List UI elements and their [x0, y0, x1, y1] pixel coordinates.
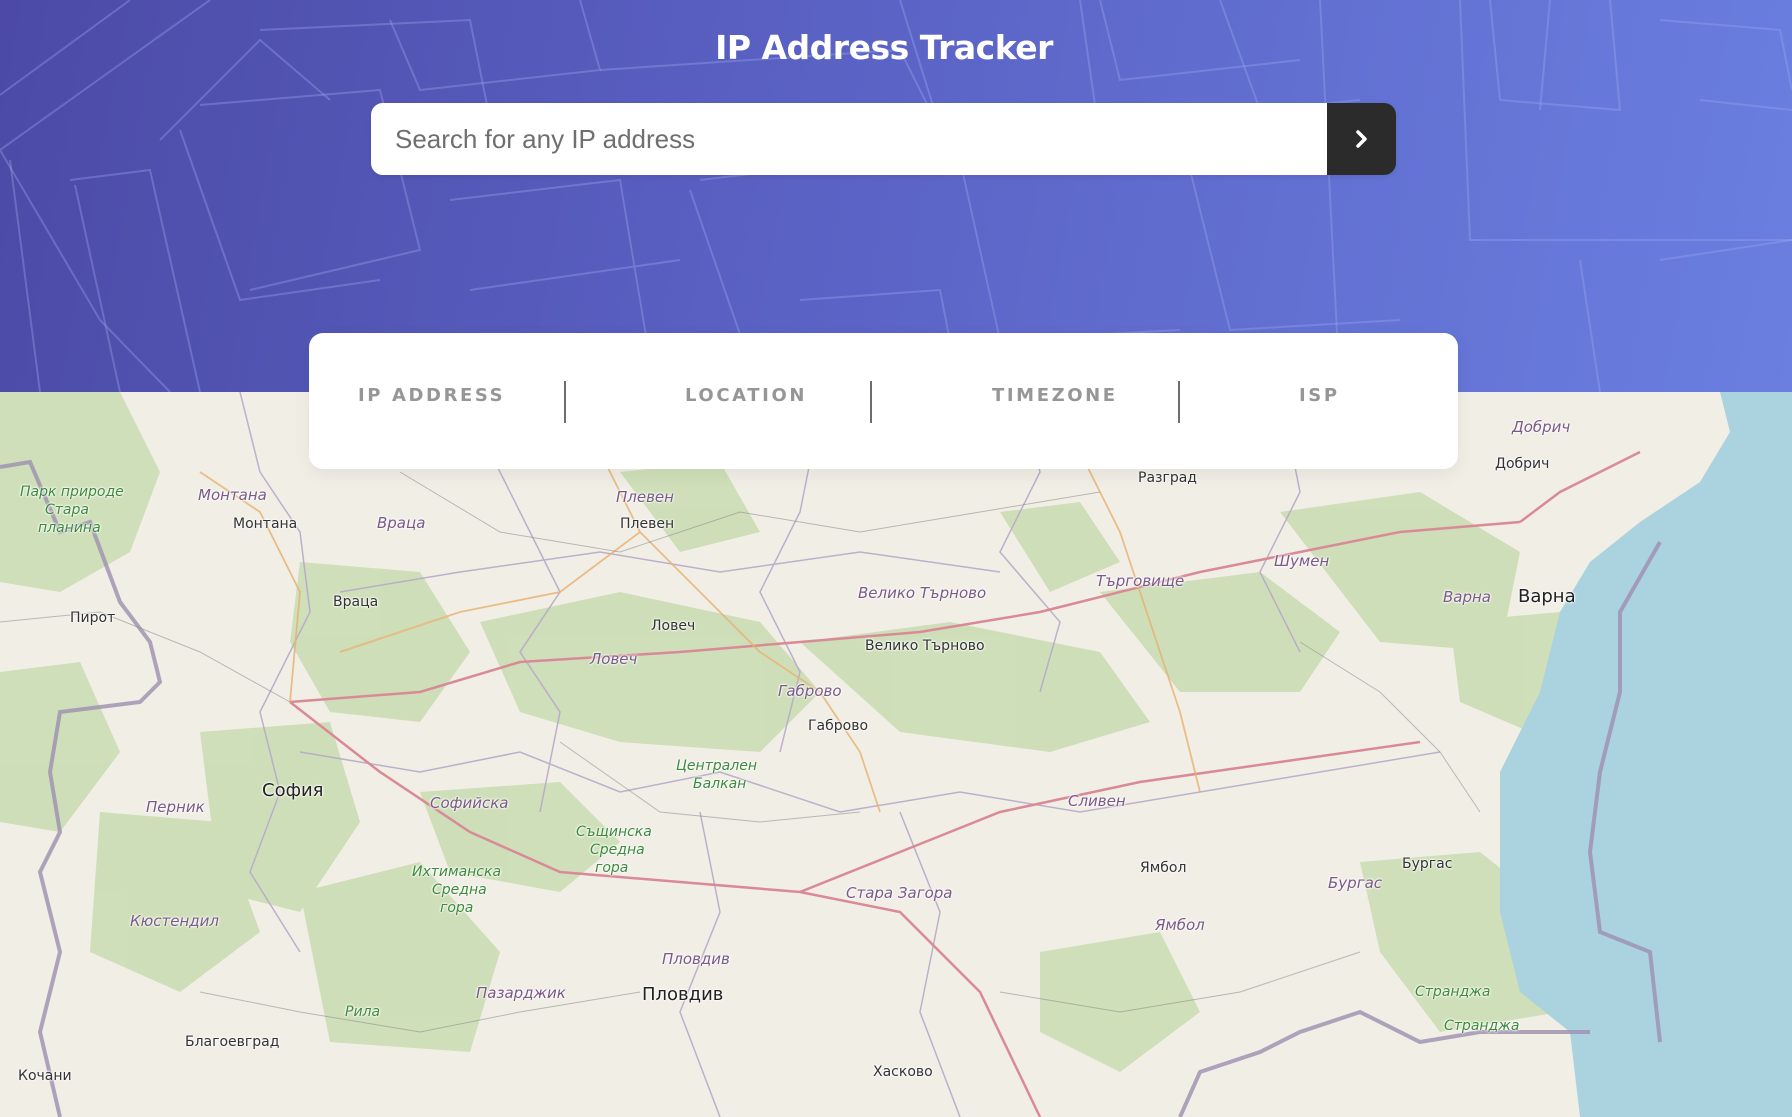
map-region-label: Търговище — [1096, 572, 1185, 590]
map-city-label: Габрово — [808, 718, 869, 734]
map-park-label: Ихтиманска — [412, 864, 502, 880]
divider — [1178, 381, 1180, 423]
map-region-label: Бургас — [1328, 874, 1383, 892]
map-region-label: Шумен — [1274, 552, 1330, 570]
map-region-label: Ямбол — [1155, 916, 1205, 934]
map-region-label: Пловдив — [662, 950, 730, 968]
map-city-label: Плевен — [620, 516, 675, 532]
map-region-label: Сливен — [1068, 792, 1126, 810]
map-city-label: София — [262, 780, 324, 801]
isp-label: ISP — [1299, 385, 1340, 406]
map-region-label: Варна — [1443, 588, 1492, 606]
map-region-label: Плевен — [616, 488, 674, 506]
map-park-label: Средна — [590, 842, 645, 858]
ip-info-card: IP ADDRESS LOCATION TIMEZONE ISP — [309, 333, 1458, 469]
search-bar — [371, 103, 1396, 175]
map-city-label: Добрич — [1495, 456, 1550, 472]
map-city-label: Пирот — [70, 610, 116, 626]
map-park-label: Рила — [345, 1004, 381, 1020]
map-region-label: Стара Загора — [846, 884, 953, 902]
chevron-right-icon — [1355, 130, 1367, 148]
map-city-label: Кочани — [18, 1068, 72, 1084]
map-park-label: Централен — [676, 758, 757, 774]
search-input[interactable] — [371, 103, 1327, 175]
map-region-label: Враца — [377, 514, 426, 532]
map-park-label: Странджа — [1415, 984, 1491, 1000]
map-park-label: планина — [38, 520, 101, 536]
map-tiles — [0, 392, 1792, 1117]
map-city-label: Разград — [1138, 470, 1197, 486]
map-region-label: Перник — [146, 798, 205, 816]
map-park-label: Балкан — [693, 776, 747, 792]
map-city-label: Бургас — [1402, 856, 1453, 872]
map-park-label: Стара — [45, 502, 89, 518]
map-city-label: Враца — [333, 594, 379, 610]
map-region-label: Кюстендил — [130, 912, 220, 930]
map-city-label: Монтана — [233, 516, 298, 532]
map-region-label: Софийска — [430, 794, 509, 812]
map-city-label: Пловдив — [642, 984, 724, 1005]
map-city-label: Благоевград — [185, 1034, 280, 1050]
search-submit-button[interactable] — [1327, 103, 1396, 175]
map-park-label: Парк природе — [20, 484, 124, 500]
map-park-label: гора — [595, 860, 629, 876]
ip-address-label: IP ADDRESS — [358, 385, 506, 406]
location-label: LOCATION — [685, 385, 808, 406]
map-region-label: Габрово — [778, 682, 842, 700]
map-region-label: Ловеч — [590, 650, 638, 668]
divider — [870, 381, 872, 423]
map-region-label: Монтана — [198, 486, 267, 504]
map-city-label: Ловеч — [651, 618, 696, 634]
map-park-label: Странджа — [1444, 1018, 1520, 1034]
page: IP Address Tracker IP ADDRESS LOCATION T… — [0, 0, 1792, 1117]
map-region-label: Пазарджик — [476, 984, 566, 1002]
map[interactable]: Добрич Добрич Разград Парк природе Стара… — [0, 392, 1792, 1117]
map-park-label: гора — [440, 900, 474, 916]
map-park-label: Средна — [432, 882, 487, 898]
map-city-label: Велико Търново — [865, 638, 985, 654]
map-city-label: Варна — [1518, 586, 1576, 607]
divider — [564, 381, 566, 423]
map-city-label: Хасково — [873, 1064, 933, 1080]
page-title: IP Address Tracker — [715, 28, 1053, 67]
map-park-label: Същинска — [576, 824, 652, 840]
timezone-label: TIMEZONE — [992, 385, 1118, 406]
map-city-label: Ямбол — [1140, 860, 1187, 876]
map-region-label: Добрич — [1512, 418, 1571, 436]
map-region-label: Велико Търново — [858, 584, 987, 602]
